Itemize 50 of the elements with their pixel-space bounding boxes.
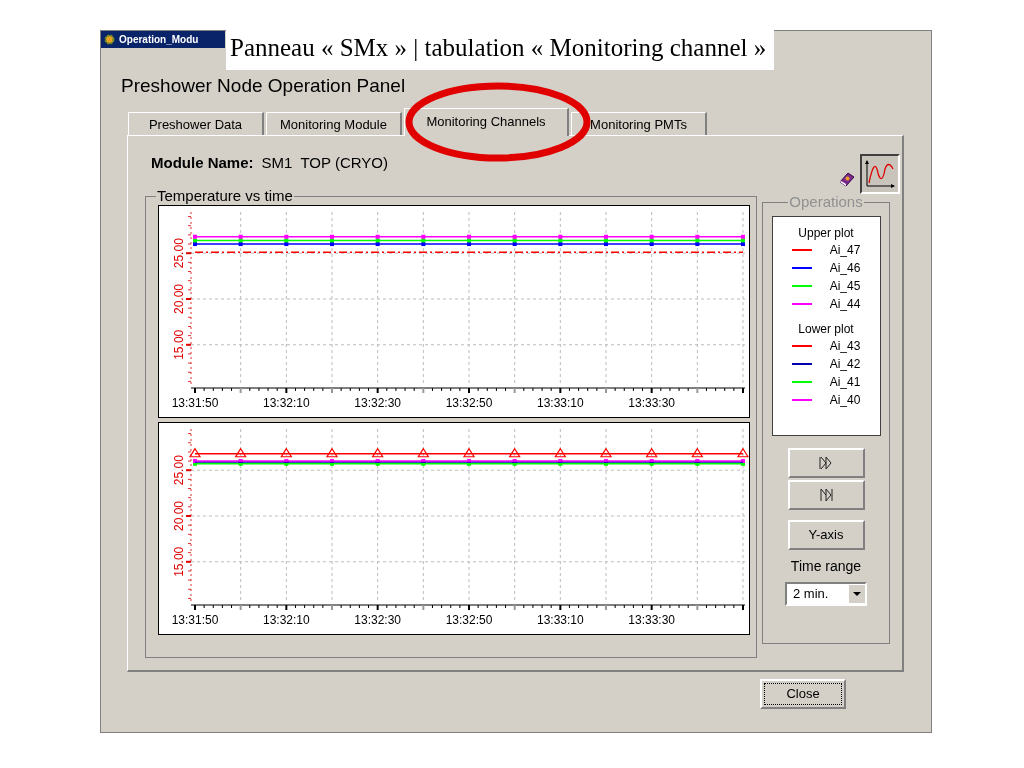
legend-label: Ai_45 bbox=[829, 279, 861, 293]
x-tick-label: 13:33:30 bbox=[628, 613, 676, 627]
legend-label: Ai_42 bbox=[829, 357, 861, 371]
time-range-select[interactable]: 2 min. bbox=[785, 582, 867, 606]
y-tick-label: 20.00 bbox=[172, 501, 186, 531]
close-button[interactable]: Close bbox=[760, 679, 846, 709]
legend-label: Ai_41 bbox=[829, 375, 861, 389]
y-tick-label: 25.00 bbox=[172, 455, 186, 486]
x-tick-label: 13:31:50 bbox=[171, 613, 219, 627]
x-tick-label: 13:33:10 bbox=[536, 613, 584, 627]
x-tick-label: 13:32:30 bbox=[354, 613, 402, 627]
panel-title: Preshower Node Operation Panel bbox=[121, 75, 406, 97]
legend-label: Ai_40 bbox=[829, 393, 861, 407]
skip-back-button[interactable] bbox=[787, 480, 865, 510]
module-label: Module Name: bbox=[151, 153, 254, 173]
time-range-label: Time range bbox=[790, 557, 862, 576]
x-tick-label: 13:32:10 bbox=[262, 613, 310, 627]
slide-caption: Panneau « SMx » | tabulation « Monitoring channel » bbox=[226, 28, 775, 70]
group-title: Temperature vs time bbox=[156, 188, 294, 204]
x-tick-label: 13:33:10 bbox=[536, 396, 584, 410]
legend-heading: Upper plot bbox=[798, 225, 854, 241]
skip-back-icon bbox=[817, 488, 835, 502]
y-tick-label: 15.00 bbox=[172, 546, 186, 577]
x-tick-label: 13:32:10 bbox=[262, 396, 310, 410]
x-tick-label: 13:32:30 bbox=[354, 396, 402, 410]
line-chart-icon bbox=[864, 159, 896, 189]
legend-label: Ai_44 bbox=[829, 297, 861, 311]
tab[interactable]: Monitoring Module bbox=[266, 112, 402, 135]
legend-label: Ai_46 bbox=[829, 261, 861, 275]
x-tick-label: 13:33:30 bbox=[628, 396, 676, 410]
y-tick-label: 25.00 bbox=[172, 238, 186, 269]
tab[interactable]: Preshower Data bbox=[128, 112, 264, 135]
legend-heading: Lower plot bbox=[798, 321, 854, 337]
y-tick-label: 15.00 bbox=[172, 329, 186, 360]
book-icon bbox=[838, 171, 856, 187]
gear-icon bbox=[104, 34, 115, 45]
y-axis-button[interactable]: Y-axis bbox=[787, 520, 865, 550]
legend-label: Ai_43 bbox=[829, 339, 861, 353]
tab[interactable]: Monitoring Channels bbox=[404, 108, 569, 136]
x-tick-label: 13:32:50 bbox=[445, 613, 493, 627]
tab[interactable]: Monitoring PMTs bbox=[571, 112, 707, 135]
chart-view-button[interactable] bbox=[860, 154, 900, 194]
module-name: SM1 TOP (CRYO) bbox=[261, 153, 388, 173]
window-title: Operation_Modu bbox=[119, 33, 199, 47]
legend-label: Ai_47 bbox=[829, 243, 861, 257]
x-tick-label: 13:31:50 bbox=[171, 396, 219, 410]
y-tick-label: 20.00 bbox=[172, 284, 186, 314]
x-tick-label: 13:32:50 bbox=[445, 396, 493, 410]
group-title: Operations bbox=[788, 194, 864, 210]
skip-forward-button[interactable] bbox=[787, 448, 865, 478]
